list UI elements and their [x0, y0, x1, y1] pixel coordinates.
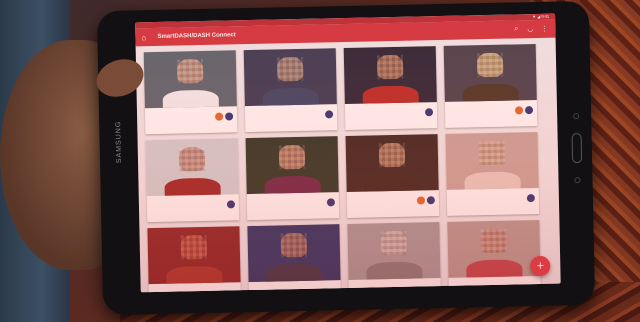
- person-body: [162, 89, 219, 109]
- camera-thumbnail[interactable]: [443, 44, 537, 102]
- camera-thumbnail[interactable]: [343, 46, 437, 105]
- participant-name: [149, 117, 213, 118]
- card-caption: [145, 106, 237, 128]
- camera-card[interactable]: [143, 50, 238, 135]
- pixelation-mask: [177, 58, 204, 84]
- person-body: [262, 87, 319, 107]
- pixelation-mask: [180, 234, 207, 260]
- camera-thumbnail[interactable]: [445, 131, 539, 190]
- camera-card[interactable]: [445, 131, 540, 216]
- camera-card[interactable]: [343, 46, 438, 131]
- recent-key-icon[interactable]: [574, 177, 581, 184]
- home-icon[interactable]: ⌂: [141, 33, 151, 42]
- brand-label: SAMSUNG: [115, 120, 124, 164]
- info-badge-icon[interactable]: [226, 200, 236, 209]
- card-caption: [445, 100, 537, 122]
- participant-name: [351, 201, 415, 202]
- camera-card[interactable]: [447, 219, 542, 293]
- camera-card[interactable]: [145, 138, 240, 223]
- camera-thumbnail[interactable]: [147, 226, 241, 285]
- camera-card[interactable]: [147, 226, 242, 293]
- camera-thumbnail[interactable]: [143, 50, 237, 109]
- info-badge-icon[interactable]: [324, 110, 334, 119]
- pixelation-mask: [480, 228, 507, 254]
- person-body: [166, 265, 223, 285]
- person-body: [362, 85, 419, 105]
- pixelation-mask: [178, 146, 206, 172]
- info-badge-icon[interactable]: [326, 198, 336, 207]
- card-caption: [245, 104, 337, 126]
- participant-name: [449, 110, 513, 111]
- participant-name: [251, 202, 325, 204]
- card-caption: [447, 188, 539, 210]
- camera-thumbnail[interactable]: [247, 224, 341, 283]
- home-key[interactable]: [571, 133, 583, 164]
- participant-name: [349, 112, 423, 114]
- pixelation-mask: [280, 232, 307, 258]
- camera-thumbnail[interactable]: [447, 219, 541, 278]
- more-vert-icon[interactable]: ⋮: [539, 25, 549, 33]
- person-body: [264, 175, 321, 195]
- tablet-device: SAMSUNG ▼ ◢ 9:41 ⌂ SmartDASH/DASH Connec…: [96, 0, 596, 316]
- camera-thumbnail[interactable]: [347, 222, 441, 280]
- person-body: [466, 259, 523, 278]
- person-body: [366, 261, 423, 280]
- info-badge-icon[interactable]: [426, 196, 435, 205]
- search-icon[interactable]: ⌕: [511, 25, 521, 33]
- card-caption: [147, 194, 239, 216]
- pixelation-mask: [376, 54, 404, 80]
- person-body: [266, 263, 323, 283]
- camera-card[interactable]: [243, 48, 338, 133]
- alert-badge-icon[interactable]: [416, 196, 425, 205]
- pixelation-mask: [378, 142, 406, 168]
- card-caption: [247, 192, 339, 214]
- pixelation-mask: [380, 230, 407, 256]
- person-body: [462, 83, 519, 102]
- wifi-icon[interactable]: ◡: [525, 25, 535, 33]
- pixelation-mask: [478, 140, 506, 166]
- camera-thumbnail[interactable]: [245, 136, 339, 195]
- info-badge-icon[interactable]: [524, 106, 534, 115]
- alert-badge-icon[interactable]: [215, 112, 224, 121]
- participant-name: [151, 205, 225, 207]
- camera-card[interactable]: [347, 222, 442, 293]
- participant-name: [451, 198, 525, 200]
- camera-card[interactable]: [345, 134, 440, 218]
- pixelation-mask: [476, 52, 504, 78]
- camera-card[interactable]: [247, 224, 342, 293]
- person-body: [164, 177, 221, 197]
- camera-grid: [136, 38, 561, 293]
- app-screen: ▼ ◢ 9:41 ⌂ SmartDASH/DASH Connect ⌕ ◡ ⋮ …: [135, 13, 561, 293]
- info-badge-icon[interactable]: [225, 112, 234, 121]
- camera-thumbnail[interactable]: [345, 134, 439, 192]
- pixelation-mask: [276, 56, 304, 82]
- card-caption: [345, 102, 437, 124]
- participant-name: [249, 114, 323, 116]
- info-badge-icon[interactable]: [424, 108, 434, 117]
- camera-thumbnail[interactable]: [243, 48, 337, 107]
- person-body: [464, 171, 521, 190]
- back-key-icon[interactable]: [573, 113, 580, 120]
- pixelation-mask: [278, 144, 306, 170]
- info-badge-icon[interactable]: [526, 194, 535, 203]
- person-body: [364, 173, 421, 192]
- camera-thumbnail[interactable]: [145, 138, 239, 197]
- camera-card[interactable]: [443, 44, 538, 128]
- card-caption: [347, 190, 439, 212]
- camera-card[interactable]: [245, 136, 340, 221]
- app-title: SmartDASH/DASH Connect: [157, 32, 236, 40]
- alert-badge-icon[interactable]: [514, 106, 524, 115]
